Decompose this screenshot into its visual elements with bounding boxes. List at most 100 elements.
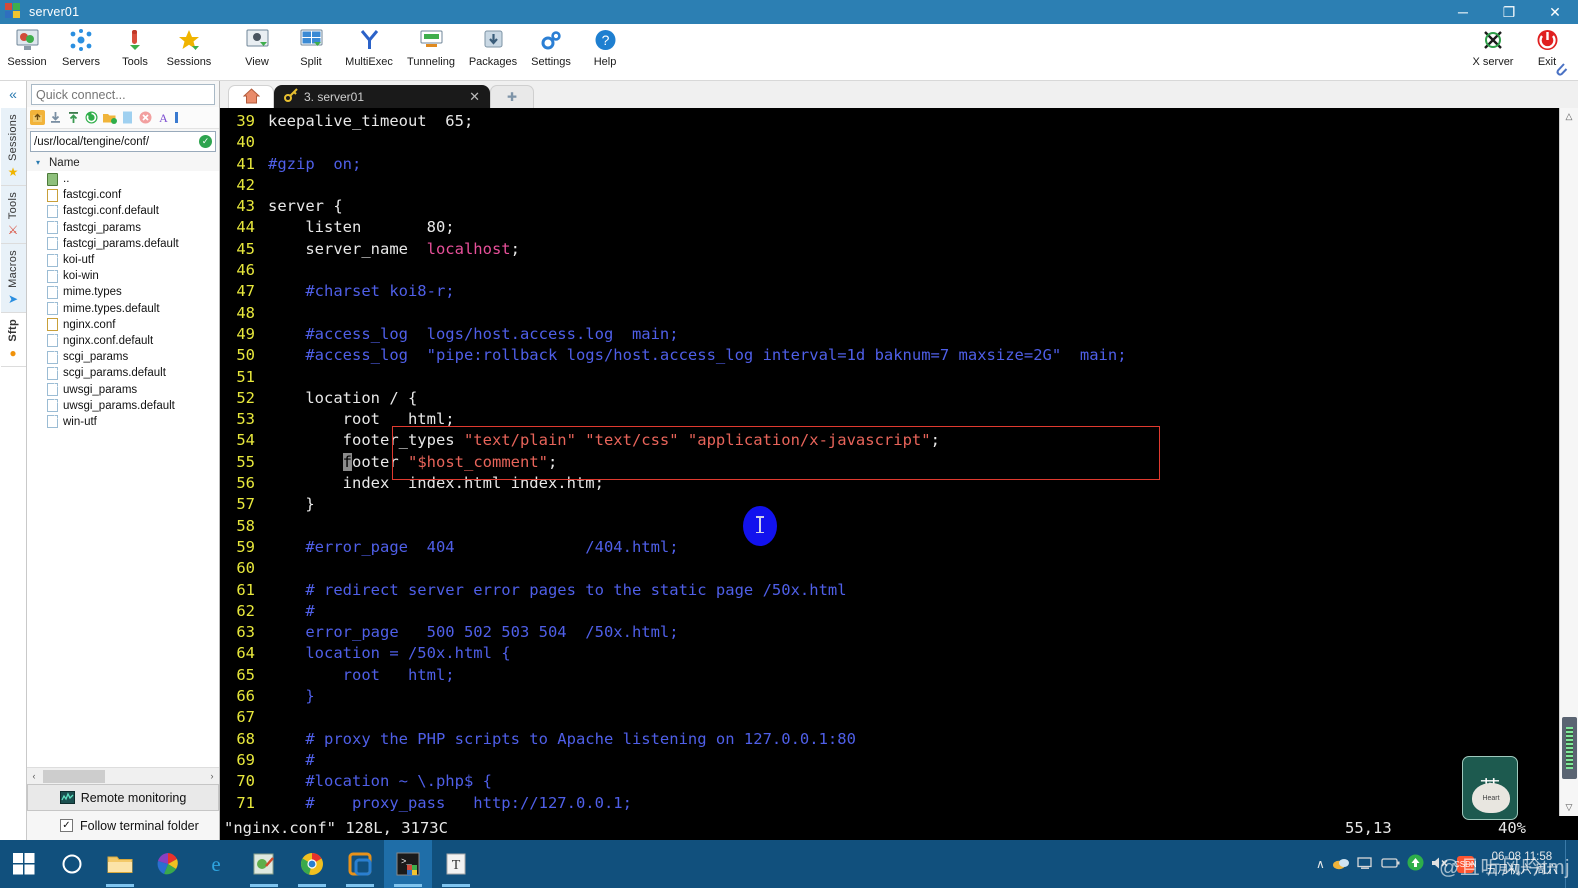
typora-icon[interactable]: T bbox=[432, 840, 480, 888]
ribbon-multiexec-button[interactable]: MultiExec bbox=[338, 24, 400, 68]
ribbon-sessions-button[interactable]: Sessions bbox=[162, 24, 216, 68]
update-arrow-icon[interactable] bbox=[1407, 854, 1424, 874]
follow-terminal-checkbox[interactable]: ✓ bbox=[60, 819, 73, 832]
sftp-path-input[interactable] bbox=[34, 135, 199, 148]
sftp-path-bar[interactable]: ✓ bbox=[30, 131, 216, 152]
terminal-vertical-scrollbar[interactable]: △ ▽ bbox=[1559, 108, 1578, 816]
network-icon[interactable] bbox=[1357, 856, 1374, 873]
file-row[interactable]: .. bbox=[27, 171, 219, 187]
terminal-text-area[interactable]: 39 keepalive_timeout 65; 40 41 #gzip on; 42 43… bbox=[220, 108, 1559, 816]
ribbon-servers-button[interactable]: Servers bbox=[54, 24, 108, 68]
vertical-tab-tools[interactable]: Tools ⚔ bbox=[0, 186, 26, 245]
paperclip-icon[interactable] bbox=[1553, 61, 1569, 80]
chrome-browser-icon[interactable] bbox=[288, 840, 336, 888]
close-button[interactable]: ✕ bbox=[1532, 0, 1578, 24]
file-row[interactable]: scgi_params.default bbox=[27, 365, 219, 381]
battery-icon[interactable] bbox=[1381, 857, 1400, 872]
font-icon[interactable]: A bbox=[156, 110, 171, 125]
terminal-line-number: 47 bbox=[236, 282, 255, 301]
cortana-circle-icon[interactable] bbox=[48, 840, 96, 888]
ribbon-packages-button[interactable]: Packages bbox=[462, 24, 524, 68]
ribbon-view-button[interactable]: View bbox=[230, 24, 284, 68]
file-row[interactable]: mime.types bbox=[27, 284, 219, 300]
mobaxterm-icon[interactable]: >_ bbox=[384, 840, 432, 888]
pinwheel-icon[interactable] bbox=[144, 840, 192, 888]
home-tab[interactable] bbox=[228, 85, 274, 108]
vmware-icon[interactable] bbox=[336, 840, 384, 888]
ribbon-session-button[interactable]: Session bbox=[0, 24, 54, 68]
sftp-file-list[interactable]: .. fastcgi.conf fastcgi.conf.default fastcg… bbox=[27, 171, 219, 767]
file-row[interactable]: fastcgi.conf bbox=[27, 187, 219, 203]
ribbon-xserver-button[interactable]: X server bbox=[1466, 24, 1520, 68]
window-title: server01 bbox=[29, 5, 80, 19]
sftp-toolbar: A bbox=[27, 107, 219, 129]
terminal-line: 67 bbox=[220, 707, 1559, 728]
ime-indicator[interactable]: 英 Heart bbox=[1462, 756, 1518, 820]
sftp-horizontal-scrollbar[interactable]: ‹ › bbox=[27, 767, 219, 784]
ribbon-help-label: Help bbox=[593, 56, 617, 68]
scroll-thumb[interactable] bbox=[43, 769, 105, 783]
svg-text:A: A bbox=[159, 111, 168, 125]
collapse-sidebar-button[interactable]: « bbox=[9, 86, 17, 102]
more-icon[interactable] bbox=[174, 110, 189, 125]
ribbon-help-button[interactable]: ? Help bbox=[578, 24, 632, 68]
scroll-left-arrow[interactable]: ‹ bbox=[27, 771, 41, 781]
file-row[interactable]: fastcgi_params bbox=[27, 220, 219, 236]
file-row[interactable]: nginx.conf.default bbox=[27, 333, 219, 349]
file-row[interactable]: scgi_params bbox=[27, 349, 219, 365]
vertical-tab-macros[interactable]: Macros ➤ bbox=[0, 244, 26, 314]
tray-chevron-icon[interactable]: ∧ bbox=[1316, 857, 1325, 871]
file-icon bbox=[47, 285, 58, 299]
ribbon-split-button[interactable]: Split bbox=[284, 24, 338, 68]
csdn-watermark: @且听风吟tmj bbox=[1439, 857, 1570, 879]
session-tab-server01[interactable]: 3. server01 ✕ bbox=[274, 85, 490, 108]
file-row[interactable]: uwsgi_params bbox=[27, 381, 219, 397]
scroll-track[interactable] bbox=[41, 769, 205, 783]
go-up-icon[interactable] bbox=[30, 110, 45, 125]
new-file-icon[interactable] bbox=[120, 110, 135, 125]
file-row[interactable]: nginx.conf bbox=[27, 317, 219, 333]
windows-start-icon[interactable] bbox=[0, 840, 48, 888]
file-row[interactable]: fastcgi_params.default bbox=[27, 236, 219, 252]
terminal-scroll-track[interactable] bbox=[1559, 125, 1578, 799]
file-row[interactable]: koi-utf bbox=[27, 252, 219, 268]
ribbon-tunneling-button[interactable]: Tunneling bbox=[400, 24, 462, 68]
refresh-icon[interactable] bbox=[84, 110, 99, 125]
scroll-down-arrow[interactable]: ▽ bbox=[1560, 799, 1578, 816]
file-row[interactable]: koi-win bbox=[27, 268, 219, 284]
file-list-column-header[interactable]: ▾ Name bbox=[27, 154, 219, 171]
file-row[interactable]: uwsgi_params.default bbox=[27, 398, 219, 414]
terminal-line: 42 bbox=[220, 175, 1559, 196]
help-icon: ? bbox=[578, 27, 632, 53]
cloud-icon[interactable] bbox=[1332, 856, 1350, 873]
upload-icon[interactable] bbox=[66, 110, 81, 125]
maximize-button[interactable]: ❐ bbox=[1486, 0, 1532, 24]
ribbon-settings-button[interactable]: Settings bbox=[524, 24, 578, 68]
minimize-button[interactable]: ─ bbox=[1440, 0, 1486, 24]
download-icon[interactable] bbox=[48, 110, 63, 125]
new-tab-button[interactable]: ✚ bbox=[490, 85, 534, 108]
terminal-line-number: 59 bbox=[236, 537, 255, 556]
file-row[interactable]: win-utf bbox=[27, 414, 219, 430]
delete-icon[interactable] bbox=[138, 110, 153, 125]
edge-browser-icon[interactable]: e bbox=[192, 840, 240, 888]
file-row[interactable]: fastcgi.conf.default bbox=[27, 203, 219, 219]
terminal-line: 63 error_page 500 502 503 504 /50x.html; bbox=[220, 622, 1559, 643]
file-row[interactable]: mime.types.default bbox=[27, 301, 219, 317]
vertical-tab-sessions[interactable]: Sessions ★ bbox=[0, 108, 26, 187]
vertical-tab-sftp[interactable]: Sftp ● bbox=[0, 313, 26, 367]
svg-text:e: e bbox=[211, 852, 220, 876]
ribbon-tools-button[interactable]: Tools bbox=[108, 24, 162, 68]
close-tab-icon[interactable]: ✕ bbox=[469, 89, 480, 105]
new-folder-icon[interactable] bbox=[102, 110, 117, 125]
quick-connect-input[interactable] bbox=[31, 84, 215, 105]
terminal-line-text: keepalive_timeout 65; bbox=[268, 111, 473, 132]
follow-terminal-folder-row[interactable]: ✓ Follow terminal folder bbox=[27, 811, 219, 840]
file-explorer-icon[interactable] bbox=[96, 840, 144, 888]
terminal-scroll-thumb[interactable] bbox=[1561, 717, 1577, 779]
scroll-up-arrow[interactable]: △ bbox=[1560, 108, 1578, 125]
remote-monitoring-button[interactable]: Remote monitoring bbox=[27, 784, 219, 811]
scroll-right-arrow[interactable]: › bbox=[205, 771, 219, 781]
terminal-line-text: #access_log logs/host.access.log main; bbox=[268, 324, 678, 345]
notepadpp-icon[interactable] bbox=[240, 840, 288, 888]
